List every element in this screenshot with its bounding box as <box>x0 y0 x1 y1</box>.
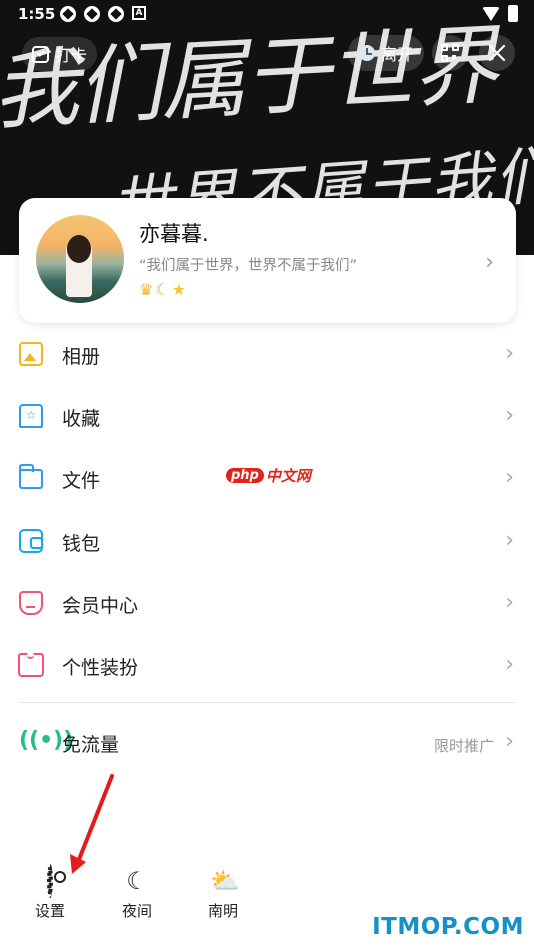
menu-label: 钱包 <box>62 533 101 555</box>
folder-icon <box>18 464 43 489</box>
nickname: 亦暮暮. <box>139 222 209 246</box>
weather-icon: ⛅ <box>210 867 240 895</box>
itmop-watermark: ITMOP.COM <box>372 914 524 940</box>
menu-label: 文件 <box>62 470 101 492</box>
menu-label: 收藏 <box>62 408 101 430</box>
close-icon <box>488 44 506 62</box>
status-time: 1:55 <box>18 5 56 23</box>
menu-item-free-data[interactable]: ((•)) 免流量 限时推广 › <box>0 711 534 773</box>
wifi-icon <box>482 6 500 21</box>
profile-card[interactable]: 亦暮暮. “我们属于世界，世界不属于我们” ♛ ☾ ★ › <box>19 198 516 323</box>
menu-item-wallet[interactable]: 钱包 › <box>0 510 534 572</box>
app-icon <box>84 6 100 22</box>
avatar-hair <box>67 235 91 263</box>
favorites-icon: ☆ <box>19 404 43 428</box>
menu-item-favorites[interactable]: ☆ 收藏 › <box>0 385 534 447</box>
night-label: 夜间 <box>121 902 152 920</box>
settings-label: 设置 <box>34 902 65 920</box>
qr-code-button[interactable] <box>432 35 468 71</box>
checkin-label: 打卡 <box>55 46 88 65</box>
chevron-right-icon: › <box>505 652 514 677</box>
chevron-right-icon: › <box>505 465 514 490</box>
calendar-check-icon <box>32 45 49 63</box>
a-letter-icon: A <box>132 6 146 20</box>
chevron-right-icon: › <box>505 341 514 366</box>
clock-icon <box>358 45 375 61</box>
menu-label: 个性装扮 <box>62 657 139 679</box>
promo-tag: 限时推广 <box>433 737 494 755</box>
weather-label: 南明 <box>207 902 238 920</box>
red-arrow-annotation <box>70 774 114 874</box>
chevron-right-icon: › <box>505 729 514 754</box>
app-icon <box>60 6 76 22</box>
avatar[interactable] <box>36 215 124 303</box>
notification-icons: A <box>60 6 146 22</box>
weather-button[interactable]: ⛅ 南明 <box>188 868 258 928</box>
battery-icon <box>508 5 518 22</box>
album-icon <box>19 342 43 366</box>
checkin-button[interactable]: 打卡 <box>22 37 98 71</box>
signal-icon: ((•)) <box>19 728 74 753</box>
php-watermark: php 中文网 <box>226 465 311 486</box>
menu-label: 相册 <box>62 346 101 368</box>
signature: “我们属于世界，世界不属于我们” <box>139 258 358 274</box>
badge-row[interactable]: ♛ ☾ ★ <box>139 280 186 299</box>
chevron-right-icon: › <box>505 528 514 553</box>
away-label: 离开 <box>380 45 413 64</box>
menu-label: 会员中心 <box>62 595 139 617</box>
crown-icon: ♛ <box>139 280 154 299</box>
php-badge: php <box>226 468 264 483</box>
moon-icon: ☾ <box>155 280 170 299</box>
menu-divider <box>19 702 515 703</box>
chevron-right-icon: › <box>485 250 494 275</box>
status-right-icons <box>482 5 518 22</box>
dress-up-icon <box>18 652 44 677</box>
close-button[interactable] <box>479 35 515 71</box>
app-icon <box>108 6 124 22</box>
qr-code-icon <box>441 44 459 62</box>
menu-item-album[interactable]: 相册 › <box>0 323 534 385</box>
chevron-right-icon: › <box>505 403 514 428</box>
chevron-right-icon: › <box>505 590 514 615</box>
menu-item-vip-center[interactable]: 会员中心 › <box>0 572 534 634</box>
status-away-button[interactable]: 离开 <box>348 35 424 71</box>
menu-item-dress-up[interactable]: 个性装扮 › <box>0 634 534 696</box>
status-bar: 1:55 A <box>0 0 534 28</box>
wallet-icon <box>19 529 43 553</box>
star-icon: ★ <box>171 280 187 299</box>
php-watermark-text: 中文网 <box>265 467 311 485</box>
menu-label: 免流量 <box>62 734 120 756</box>
vip-icon <box>19 591 43 615</box>
